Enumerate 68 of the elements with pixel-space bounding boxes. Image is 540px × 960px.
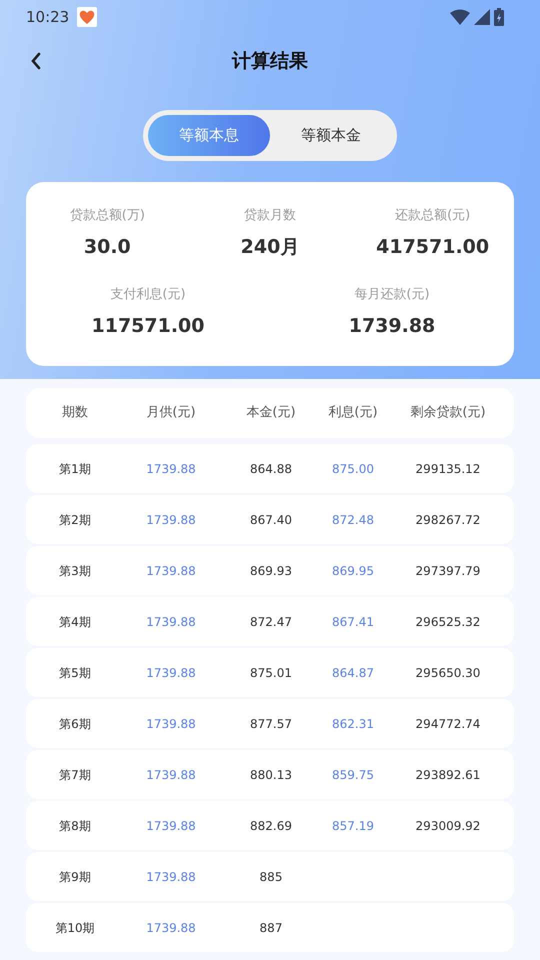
summary-value: 240月	[240, 234, 300, 260]
table-cell-text: 862.31	[331, 716, 375, 732]
summary-label: 贷款月数	[242, 207, 297, 225]
table-cell-text: 1739.88	[145, 868, 197, 886]
table-cell-text: 第9期	[58, 868, 92, 886]
table-cell-text: 869.93	[249, 562, 293, 580]
table-cell-text: 297397.79	[414, 562, 482, 580]
table-cell-text: 877.57	[249, 716, 293, 732]
table-cell-text: 第5期	[58, 664, 92, 682]
table-cell-text: 1739.88	[145, 512, 197, 528]
wifi-icon	[450, 9, 470, 25]
table-cell-text: 1739.88	[145, 562, 197, 580]
table-cell-text: 第1期	[58, 460, 92, 478]
summary-value: 30.0	[82, 234, 132, 260]
table-cell-text: 1739.88	[145, 664, 197, 682]
summary-label: 每月还款(元)	[353, 286, 431, 304]
table-cell-text: 887	[258, 920, 284, 936]
summary-value: 117571.00	[90, 314, 206, 338]
summary-label: 贷款总额(万)	[68, 207, 146, 225]
table-cell-text: 第6期	[58, 716, 92, 732]
column-header: 剩余贷款(元)	[409, 404, 487, 422]
table-cell-text: 867.41	[331, 614, 375, 630]
table-cell-text: 880.13	[249, 766, 293, 784]
table-cell-text: 875.01	[249, 664, 293, 682]
table-cell-text: 299135.12	[414, 460, 482, 478]
signal-icon	[474, 9, 490, 25]
back-icon	[30, 52, 42, 70]
table-cell-text: 293009.92	[414, 818, 482, 834]
table-cell-text: 296525.32	[414, 614, 482, 630]
table-cell-text: 295650.30	[414, 664, 482, 682]
table-cell-text: 293892.61	[414, 766, 482, 784]
column-header: 利息(元)	[327, 404, 379, 422]
table-cell-text: 298267.72	[414, 512, 482, 528]
summary-value: 417571.00	[375, 234, 490, 260]
column-header: 月供(元)	[145, 404, 197, 422]
table-cell-text: 1739.88	[145, 614, 197, 630]
summary-label: 还款总额(元)	[394, 207, 472, 225]
table-cell-text: 867.40	[249, 512, 293, 528]
table-cell-text: 1739.88	[145, 766, 197, 784]
table-cell-text: 第7期	[58, 766, 92, 784]
table-cell-text: 1739.88	[145, 460, 197, 478]
table-cell-text: 第8期	[58, 818, 92, 834]
table-cell-text: 882.69	[249, 818, 293, 834]
table-cell-text: 875.00	[331, 460, 375, 478]
summary-label: 支付利息(元)	[109, 286, 187, 304]
table-cell-text: 第4期	[58, 614, 92, 630]
table-cell-text: 第2期	[58, 512, 92, 528]
table-cell-text: 872.48	[331, 512, 375, 528]
table-cell-text: 1739.88	[145, 920, 197, 936]
table-cell-text: 869.95	[331, 562, 375, 580]
column-header: 本金(元)	[245, 404, 297, 422]
table-cell-text: 1739.88	[145, 716, 197, 732]
status-time: 10:23	[26, 6, 70, 28]
page-title: 计算结果	[232, 48, 308, 74]
table-cell-text: 294772.74	[414, 716, 482, 732]
table-cell-text: 872.47	[249, 614, 293, 630]
table-cell-text: 859.75	[331, 766, 375, 784]
table-cell-text: 864.87	[331, 664, 375, 682]
battery-icon	[494, 8, 504, 26]
column-header: 期数	[61, 404, 89, 422]
table-cell-text: 第10期	[54, 920, 96, 936]
table-cell-text: 885	[258, 868, 284, 886]
table-cell-text: 1739.88	[145, 818, 197, 834]
table-cell-text: 第3期	[58, 562, 92, 580]
table-cell-text: 864.88	[249, 460, 293, 478]
mode-tab[interactable]: 等额本金	[270, 115, 392, 156]
summary-value: 1739.88	[348, 314, 436, 338]
table-cell-text: 857.19	[331, 818, 375, 834]
